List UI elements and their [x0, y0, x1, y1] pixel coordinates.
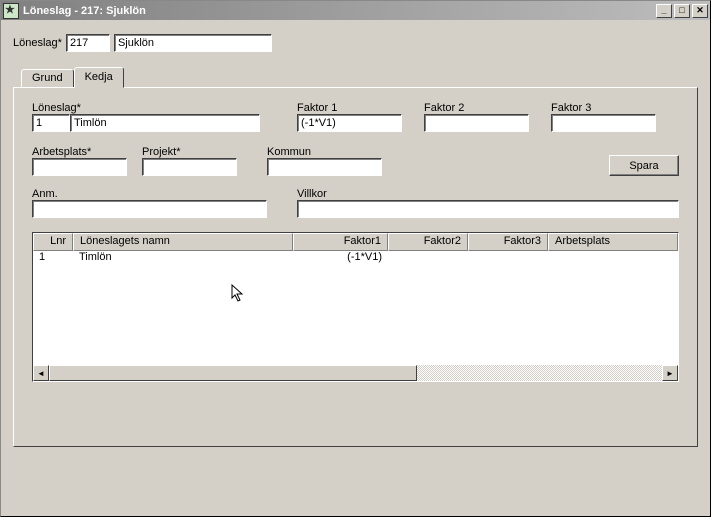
faktor1-input[interactable] [297, 114, 402, 132]
titlebar: Löneslag - 217: Sjuklön _ □ ✕ [1, 1, 710, 20]
kedja-loneslag-label: Löneslag* [32, 102, 267, 114]
maximize-button[interactable]: □ [674, 4, 690, 18]
villkor-label: Villkor [297, 188, 679, 200]
arbetsplats-label: Arbetsplats* [32, 146, 127, 158]
table-header: Lnr Löneslagets namn Faktor1 Faktor2 Fak… [33, 233, 678, 251]
scroll-left-button[interactable]: ◄ [33, 365, 49, 381]
table-row[interactable]: 1 Timlön (-1*V1) [33, 251, 678, 265]
minimize-button[interactable]: _ [656, 4, 672, 18]
scroll-thumb[interactable] [49, 365, 417, 381]
kommun-label: Kommun [267, 146, 382, 158]
faktor3-label: Faktor 3 [551, 102, 656, 114]
faktor2-label: Faktor 2 [424, 102, 529, 114]
projekt-label: Projekt* [142, 146, 237, 158]
faktor2-input[interactable] [424, 114, 529, 132]
th-arbetsplats[interactable]: Arbetsplats [548, 233, 678, 251]
kedja-loneslag-code[interactable] [32, 114, 70, 132]
horizontal-scrollbar[interactable]: ◄ ► [33, 365, 678, 381]
window-title: Löneslag - 217: Sjuklön [23, 5, 656, 17]
table-body[interactable]: 1 Timlön (-1*V1) [33, 251, 678, 265]
spara-button[interactable]: Spara [609, 155, 679, 176]
td-arbetsplats [548, 251, 678, 265]
scroll-right-button[interactable]: ► [662, 365, 678, 381]
th-faktor2[interactable]: Faktor2 [388, 233, 468, 251]
th-faktor1[interactable]: Faktor1 [293, 233, 388, 251]
th-faktor3[interactable]: Faktor3 [468, 233, 548, 251]
faktor1-label: Faktor 1 [297, 102, 402, 114]
td-faktor3 [468, 251, 548, 265]
header-loneslag-label: Löneslag* [13, 37, 62, 49]
scroll-track[interactable] [49, 365, 662, 381]
anm-input[interactable] [32, 200, 267, 218]
tab-kedja[interactable]: Kedja [74, 67, 124, 88]
anm-label: Anm. [32, 188, 267, 200]
kommun-input[interactable] [267, 158, 382, 176]
td-namn: Timlön [73, 251, 293, 265]
td-lnr: 1 [33, 251, 73, 265]
td-faktor2 [388, 251, 468, 265]
close-button[interactable]: ✕ [692, 4, 708, 18]
arbetsplats-input[interactable] [32, 158, 127, 176]
header-loneslag-name[interactable] [114, 34, 272, 52]
header-loneslag-code[interactable] [66, 34, 110, 52]
villkor-input[interactable] [297, 200, 679, 218]
kedja-table: Lnr Löneslagets namn Faktor1 Faktor2 Fak… [32, 232, 679, 382]
tab-panel-kedja: Löneslag* Faktor 1 Faktor 2 [13, 87, 698, 447]
app-icon [3, 3, 19, 19]
th-lnr[interactable]: Lnr [33, 233, 73, 251]
faktor3-input[interactable] [551, 114, 656, 132]
projekt-input[interactable] [142, 158, 237, 176]
th-namn[interactable]: Löneslagets namn [73, 233, 293, 251]
kedja-loneslag-name[interactable] [70, 114, 260, 132]
td-faktor1: (-1*V1) [293, 251, 388, 265]
